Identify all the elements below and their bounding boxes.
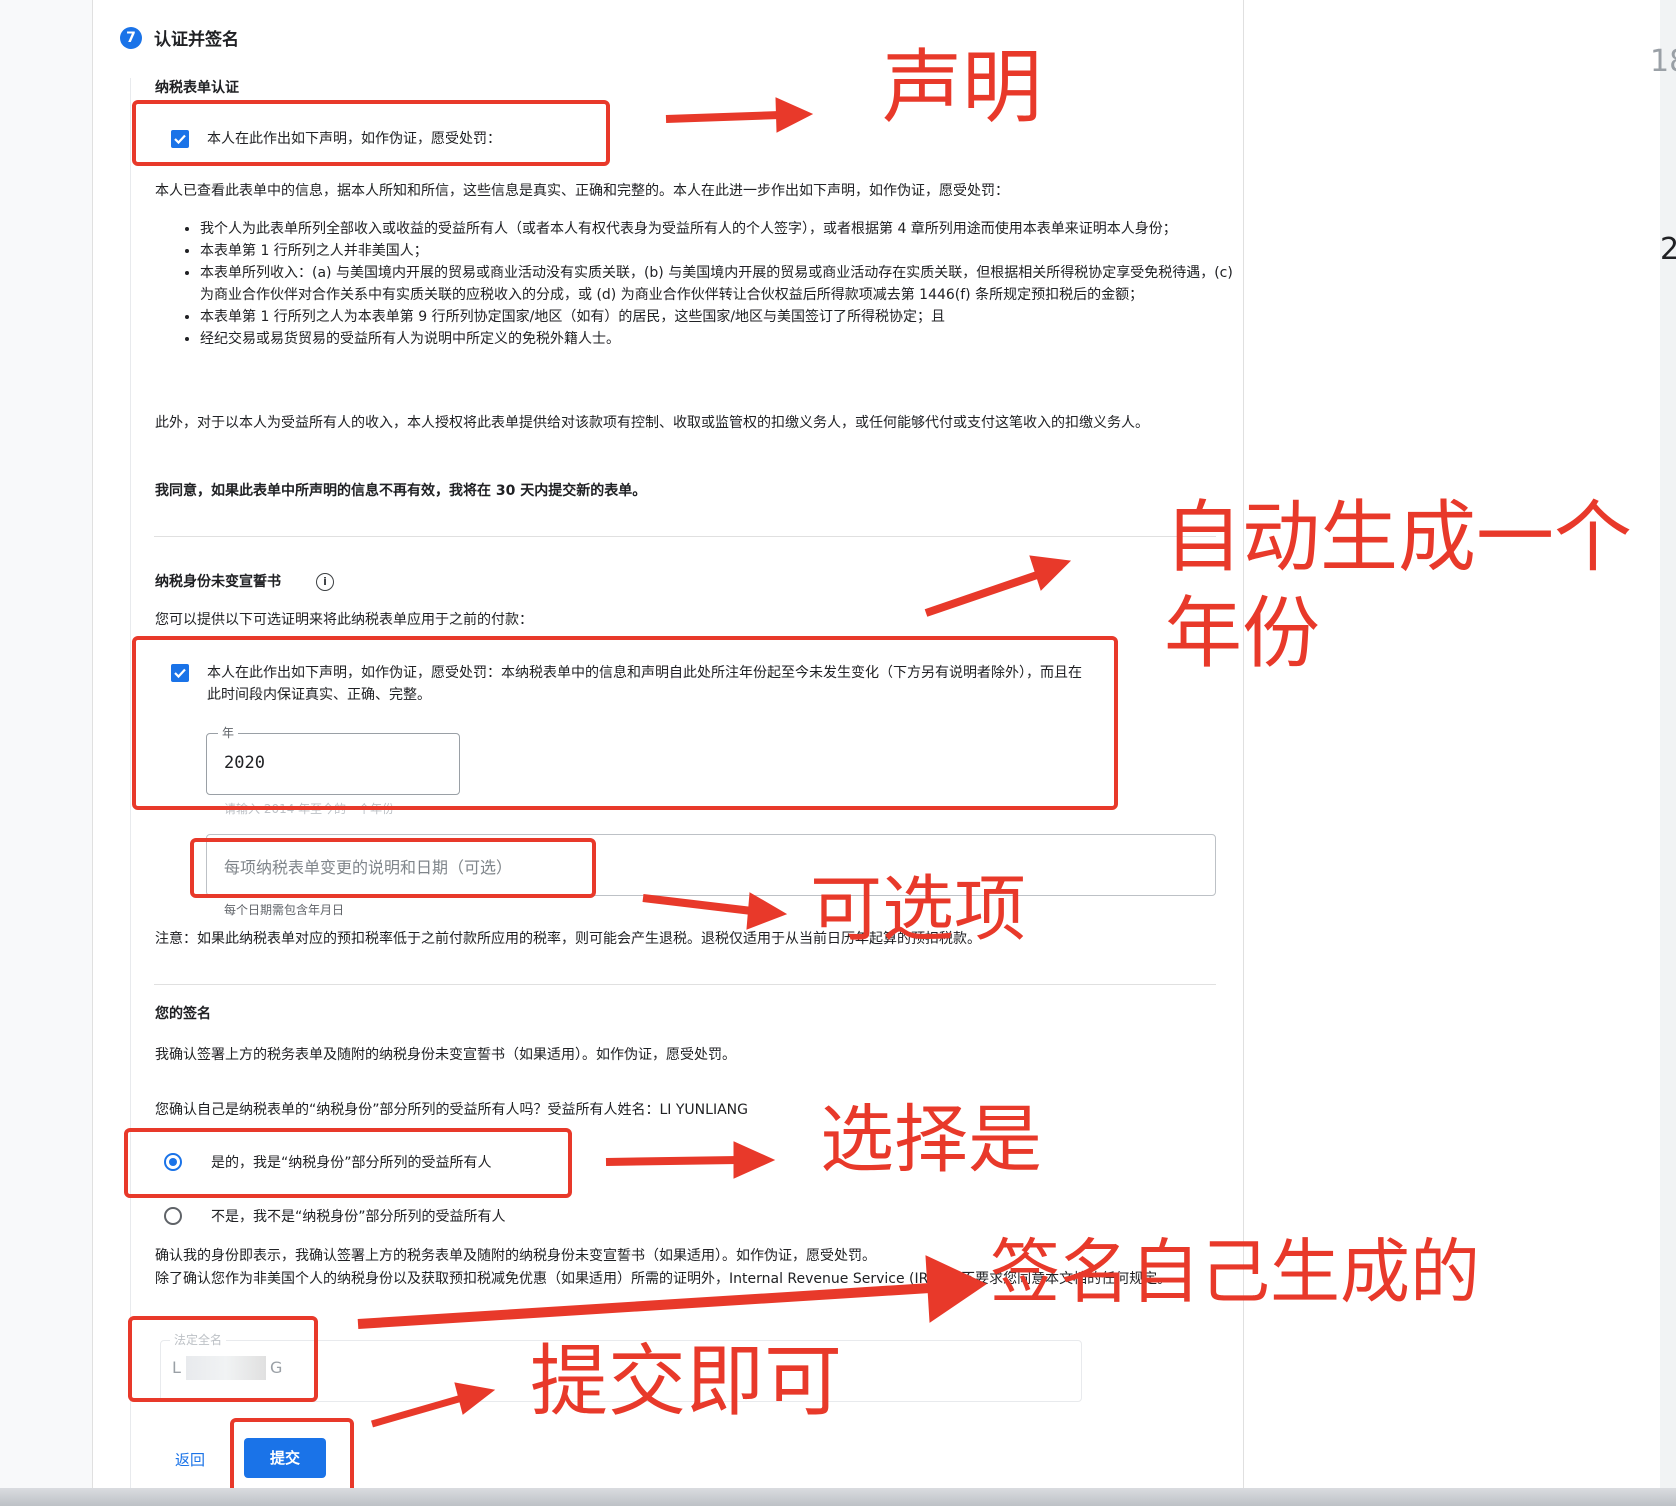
step-connector-line (130, 78, 131, 1488)
authorization-text: 此外，对于以本人为受益所有人的收入，本人授权将此表单提供给对该款项有控制、收取或… (155, 415, 1149, 431)
annotation-box-signature (128, 1316, 318, 1402)
unchanged-status-heading: 纳税身份未变宣誓书 (155, 574, 281, 590)
info-icon[interactable]: i (316, 573, 334, 591)
annotation-optional: 可选项 (810, 867, 1027, 951)
beneficial-owner-question: 您确认自己是纳税表单的“纳税身份”部分所列的受益所有人吗？受益所有人姓名：LI … (155, 1102, 748, 1118)
radio-no[interactable] (164, 1207, 182, 1225)
certification-heading: 纳税表单认证 (155, 80, 239, 96)
annotation-box-submit (230, 1418, 354, 1496)
annotation-box-choose-yes (124, 1128, 572, 1198)
list-item: 本表单第 1 行所列之人为本表单第 9 行所列协定国家/地区（如有）的居民，这些… (200, 306, 1240, 328)
signature-confirm-text: 我确认签署上方的税务表单及随附的纳税身份未变宣誓书（如果适用）。如作伪证，愿受处… (155, 1047, 736, 1063)
left-gutter (0, 0, 93, 1506)
annotation-auto-year-line2: 年份 (1164, 589, 1321, 679)
annotation-box-optional (190, 838, 596, 898)
unchanged-status-intro: 您可以提供以下可选证明来将此纳税表单应用于之前的付款： (155, 612, 533, 628)
certification-bullet-list: 我个人为此表单所列全部收入或收益的受益所有人（或者本人有权代表身为受益所有人的个… (178, 218, 1240, 350)
arrow-choose-yes (605, 1141, 776, 1179)
radio-no-label: 不是，我不是“纳税身份”部分所列的受益所有人 (211, 1209, 506, 1225)
annotation-declaration: 声明 (882, 41, 1042, 134)
arrow-optional (642, 892, 788, 930)
arrow-auto-year (924, 555, 1072, 617)
arrow-declaration (665, 97, 814, 133)
annotation-signature-auto: 签名自己生成的 (990, 1231, 1480, 1313)
bottom-bar (0, 1488, 1676, 1506)
list-item: 本表单所列收入：(a) 与美国境内开展的贸易或商业活动没有实质关联，(b) 与美… (200, 262, 1240, 306)
list-item: 本表单第 1 行所列之人并非美国人； (200, 240, 1240, 262)
annotation-box-year (132, 636, 1118, 810)
list-item: 我个人为此表单所列全部收入或收益的受益所有人（或者本人有权代表身为受益所有人的个… (200, 218, 1240, 240)
step-number-badge: 7 (120, 27, 142, 49)
list-item: 经纪交易或易货贸易的受益所有人为说明中所定义的免税外籍人士。 (200, 328, 1240, 350)
edge-char-mid: 2 (1660, 232, 1676, 267)
agreement-text: 我同意，如果此表单中所声明的信息不再有效，我将在 30 天内提交新的表单。 (155, 483, 647, 499)
change-description-helper: 每个日期需包含年月日 (224, 903, 345, 917)
annotation-auto-year-line1: 自动生成一个 (1164, 493, 1633, 583)
annotation-box-declaration (132, 100, 610, 166)
step-title: 认证并签名 (154, 30, 239, 50)
annotation-choose-yes: 选择是 (820, 1097, 1042, 1183)
annotation-submit-done: 提交即可 (530, 1337, 843, 1427)
section-divider (154, 984, 1216, 985)
section-divider (154, 536, 1216, 537)
signature-heading: 您的签名 (155, 1006, 211, 1022)
back-button[interactable]: 返回 (168, 1442, 212, 1478)
edge-char-top: 18 (1650, 44, 1676, 79)
certification-intro: 本人已查看此表单中的信息，据本人所知和所信，这些信息是真实、正确和完整的。本人在… (155, 183, 1009, 199)
right-scroll-edge (1660, 0, 1676, 1506)
